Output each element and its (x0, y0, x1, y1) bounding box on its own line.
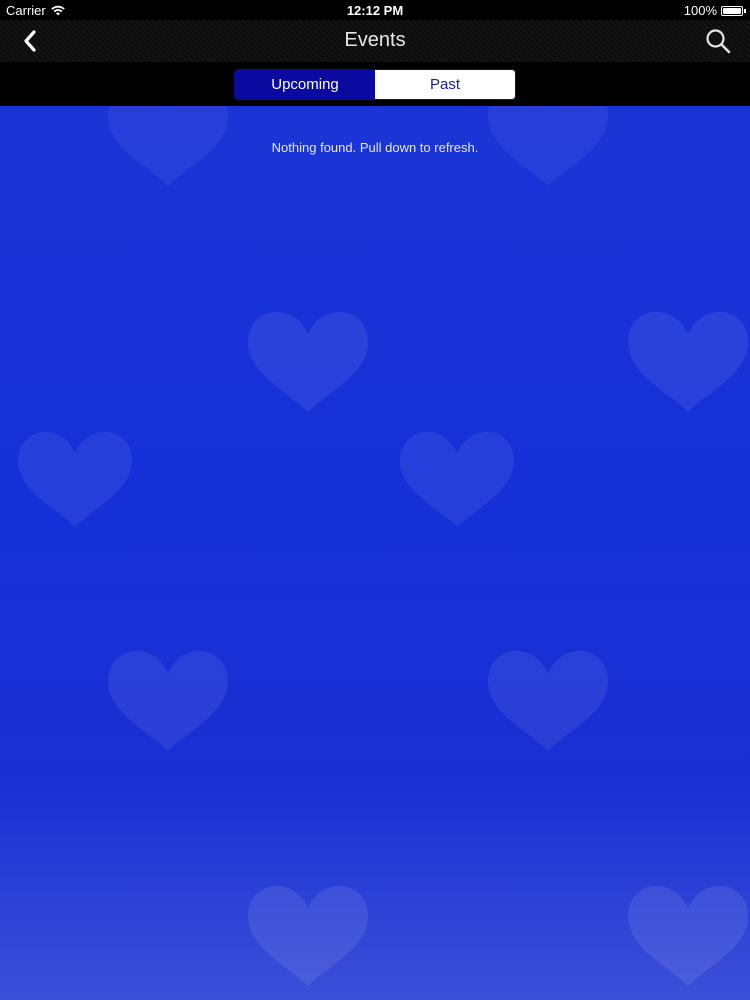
battery-percent: 100% (683, 3, 717, 18)
empty-state-message: Nothing found. Pull down to refresh. (271, 140, 479, 155)
page-title: Events (344, 29, 406, 51)
heart-icon (248, 885, 368, 986)
segment-bar: Upcoming Past (0, 62, 750, 106)
events-screen: Carrier 12:12 PM 100% Events Upcoming Pa… (0, 0, 750, 1000)
heart-icon (400, 431, 514, 527)
battery-tip (744, 8, 746, 13)
heart-icon (18, 431, 132, 527)
events-list-area[interactable]: Nothing found. Pull down to refresh. (0, 106, 750, 1000)
status-time: 12:12 PM (346, 3, 404, 18)
search-icon (706, 29, 731, 54)
heart-icon (248, 311, 368, 412)
battery-icon (721, 5, 743, 16)
heart-icon (628, 885, 748, 986)
heart-icon (108, 650, 228, 751)
status-right: 100% (684, 3, 746, 18)
navigation-bar: Events (0, 20, 750, 62)
search-button[interactable] (704, 27, 732, 55)
hearts-background (18, 106, 748, 986)
events-segmented-control: Upcoming Past (234, 69, 516, 100)
heart-icon (488, 650, 608, 751)
battery-level (723, 7, 741, 14)
segment-past[interactable]: Past (375, 70, 515, 99)
status-bar: Carrier 12:12 PM 100% (0, 0, 750, 20)
heart-icon (628, 311, 748, 412)
segment-upcoming[interactable]: Upcoming (235, 70, 375, 99)
